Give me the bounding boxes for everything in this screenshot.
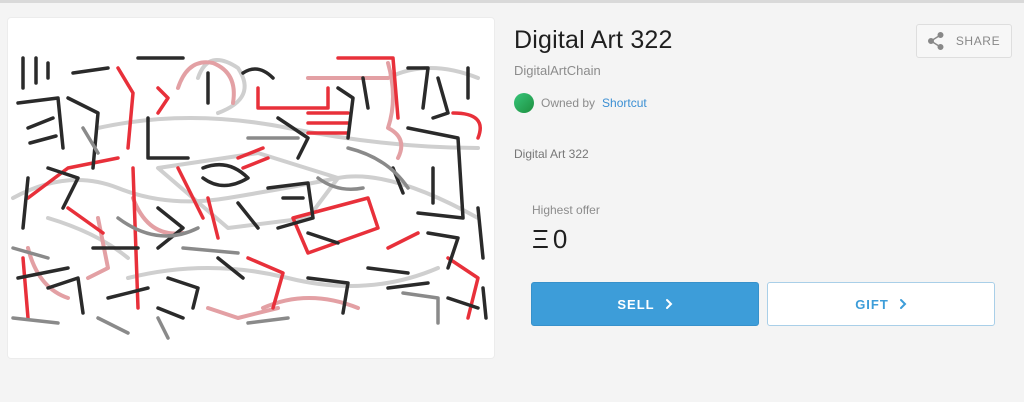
owner-prefix: Owned by [541, 96, 596, 110]
chevron-right-icon [899, 299, 907, 309]
artwork-image [11, 56, 488, 340]
sell-button[interactable]: SELL [531, 282, 759, 326]
highest-offer-value: Ξ 0 [532, 224, 567, 255]
share-label: SHARE [955, 34, 1001, 48]
owner-link[interactable]: Shortcut [602, 96, 647, 110]
highest-offer-label: Highest offer [532, 203, 600, 217]
sell-label: SELL [617, 296, 655, 312]
share-button[interactable]: SHARE [916, 24, 1012, 58]
offer-amount: 0 [552, 224, 568, 254]
collection-link[interactable]: DigitalArtChain [514, 63, 601, 78]
gift-label: GIFT [855, 296, 889, 312]
share-icon [927, 32, 944, 50]
gift-button[interactable]: GIFT [767, 282, 995, 326]
top-border [0, 0, 1024, 3]
artwork-card[interactable] [8, 18, 494, 358]
owner-row: Owned by Shortcut [514, 93, 647, 113]
chevron-right-icon [665, 299, 673, 309]
asset-title: Digital Art 322 [514, 26, 673, 54]
asset-description: Digital Art 322 [514, 147, 589, 161]
owner-avatar [514, 93, 534, 113]
ether-symbol-icon: Ξ [532, 224, 549, 254]
